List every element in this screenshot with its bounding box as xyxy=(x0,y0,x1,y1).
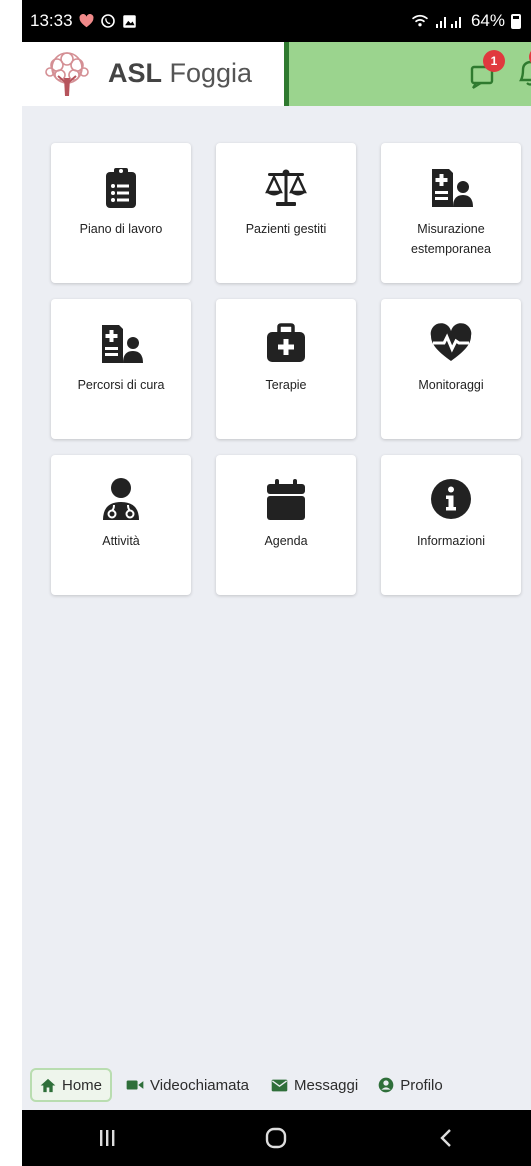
user-circle-icon xyxy=(378,1077,394,1093)
dashboard-grid: Piano di lavoro Pazienti gestiti Misuraz… xyxy=(51,143,523,595)
tile-informazioni[interactable]: Informazioni xyxy=(381,455,521,595)
app-header: ASL Foggia 1 9+ xyxy=(22,42,531,106)
tile-terapie[interactable]: Terapie xyxy=(216,299,356,439)
medical-record-user-icon xyxy=(102,325,143,363)
medical-kit-icon xyxy=(267,323,305,362)
home-system-button[interactable] xyxy=(256,1118,296,1158)
tile-pazienti-gestiti[interactable]: Pazienti gestiti xyxy=(216,143,356,283)
nav-profilo-label: Profilo xyxy=(400,1076,443,1094)
message-alert-button[interactable]: 1 xyxy=(465,50,505,92)
tile-label: Monitoraggi xyxy=(418,378,484,392)
tile-percorsi-di-cura[interactable]: Percorsi di cura xyxy=(51,299,191,439)
message-badge: 1 xyxy=(483,50,505,72)
tile-label: Pazienti gestiti xyxy=(245,222,327,236)
clipboard-list-icon xyxy=(106,168,136,208)
medical-record-user-icon xyxy=(432,169,473,207)
doctor-icon xyxy=(103,478,139,520)
tile-agenda[interactable]: Agenda xyxy=(216,455,356,595)
header-actions: 1 9+ xyxy=(284,42,531,106)
back-chevron-icon xyxy=(440,1129,451,1147)
bell-button[interactable]: 9+ xyxy=(511,46,531,92)
tree-logo-icon xyxy=(40,48,94,102)
tile-label: Misurazione estemporanea xyxy=(411,222,491,256)
info-circle-icon xyxy=(431,479,471,519)
recent-apps-icon xyxy=(99,1130,115,1146)
recent-apps-button[interactable] xyxy=(87,1118,127,1158)
tile-label: Piano di lavoro xyxy=(79,222,163,236)
nav-home[interactable]: Home xyxy=(30,1068,113,1102)
tile-label: Agenda xyxy=(264,534,308,548)
whatsapp-icon xyxy=(100,13,116,29)
left-edge xyxy=(0,0,22,1166)
phone-screen: 13:33 64% ASL Foggia 1 Piano di lavoro P… xyxy=(22,0,531,1166)
back-button[interactable] xyxy=(426,1118,466,1158)
brand-name: ASL Foggia xyxy=(108,58,252,89)
calendar-icon xyxy=(267,479,305,520)
tile-attivita[interactable]: Attività xyxy=(51,455,191,595)
tile-label: Percorsi di cura xyxy=(77,378,165,392)
bell-icon xyxy=(519,60,531,86)
signal-icon xyxy=(435,14,465,28)
battery-icon xyxy=(511,13,521,29)
tile-piano-di-lavoro[interactable]: Piano di lavoro xyxy=(51,143,191,283)
heart-icon xyxy=(79,14,94,28)
battery-percent: 64% xyxy=(470,11,505,30)
system-navigation-bar xyxy=(22,1110,531,1166)
heartbeat-icon xyxy=(430,323,472,361)
brand-bold: ASL xyxy=(108,58,162,88)
balance-scale-icon xyxy=(265,169,307,206)
tile-misurazione-estemporanea[interactable]: Misurazione estemporanea xyxy=(381,143,521,283)
nav-messaggi[interactable]: Messaggi xyxy=(263,1068,366,1102)
video-camera-icon xyxy=(126,1080,144,1090)
nav-videochiamata-label: Videochiamata xyxy=(150,1076,249,1094)
envelope-icon xyxy=(271,1079,288,1091)
status-time: 13:33 xyxy=(30,11,73,30)
gallery-icon xyxy=(122,14,137,29)
wifi-icon xyxy=(411,14,429,28)
tile-monitoraggi[interactable]: Monitoraggi xyxy=(381,299,521,439)
home-icon xyxy=(40,1078,56,1092)
nav-messaggi-label: Messaggi xyxy=(293,1076,359,1094)
nav-videochiamata[interactable]: Videochiamata xyxy=(118,1068,257,1102)
tile-label: Attività xyxy=(102,534,140,548)
tile-label: Informazioni xyxy=(416,534,486,548)
nav-profilo[interactable]: Profilo xyxy=(370,1068,451,1102)
tile-label: Terapie xyxy=(265,378,307,392)
brand-regular: Foggia xyxy=(169,58,253,88)
status-bar: 13:33 64% xyxy=(22,0,531,42)
bottom-navigation: Home Videochiamata Messaggi Profilo xyxy=(22,1060,531,1110)
nav-home-label: Home xyxy=(62,1076,103,1094)
home-circle-icon xyxy=(266,1127,287,1149)
